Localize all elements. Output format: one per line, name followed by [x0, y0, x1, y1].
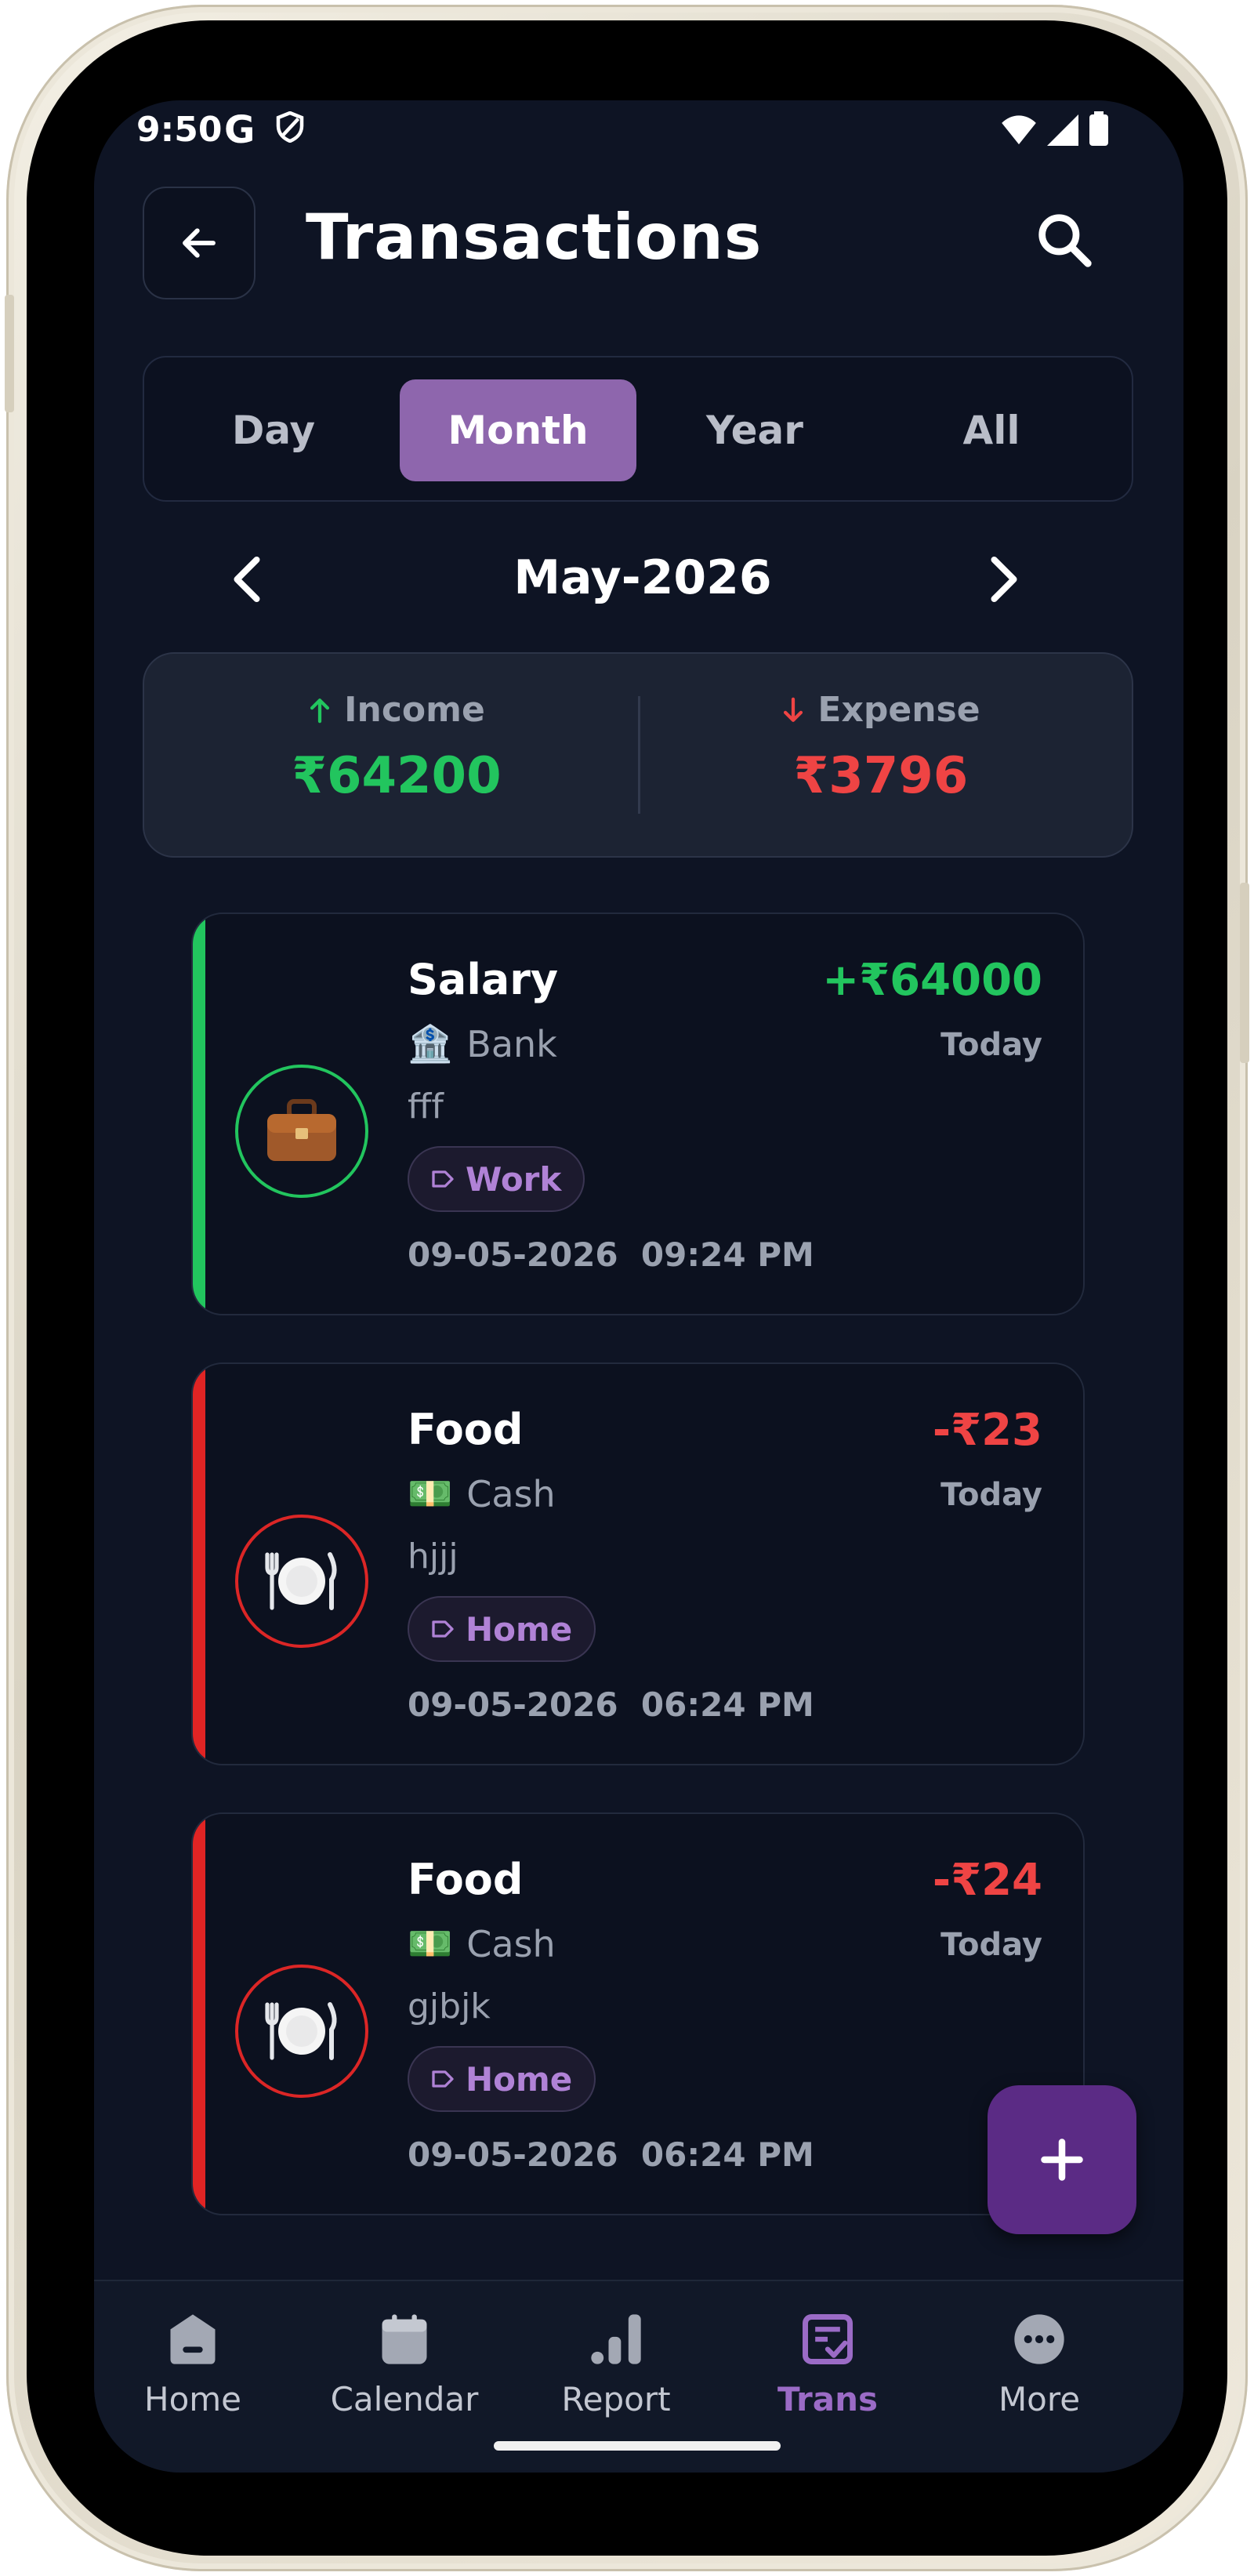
plate-icon	[235, 1965, 368, 2098]
transaction-tag[interactable]: Home	[408, 1596, 596, 1662]
calendar-icon	[373, 2308, 436, 2371]
tag-label: Home	[466, 1609, 573, 1649]
nav-label: Report	[561, 2380, 671, 2418]
tab-month[interactable]: Month	[400, 379, 636, 481]
expense-indicator-bar	[193, 1814, 205, 2214]
arrow-left-icon	[183, 228, 216, 258]
transaction-account: 💵 Cash	[408, 1922, 556, 1965]
transaction-note: hjjj	[408, 1537, 458, 1576]
transaction-account: 🏦 Bank	[408, 1022, 557, 1065]
tag-label: Home	[466, 2059, 573, 2099]
transaction-datetime: 09-05-2026 06:24 PM	[408, 1685, 814, 1724]
back-button[interactable]	[143, 187, 256, 299]
shield-icon	[276, 111, 304, 143]
transaction-note: fff	[408, 1087, 444, 1127]
transaction-datetime: 09-05-2026 06:24 PM	[408, 2135, 814, 2174]
app-screen: 9:50 G Transactions Day Month Year All M…	[94, 100, 1183, 2473]
income-value: ₹64200	[292, 747, 502, 805]
tag-icon	[432, 1170, 454, 1188]
signal-icon	[1047, 114, 1078, 146]
chevron-right-icon	[991, 557, 1017, 602]
nav-label: Home	[143, 2380, 242, 2418]
prev-month-button[interactable]	[219, 552, 274, 607]
plus-icon	[1041, 2139, 1083, 2181]
transactions-icon	[796, 2308, 859, 2371]
nav-label: More	[998, 2380, 1081, 2418]
arrow-up-icon	[310, 698, 330, 723]
bank-icon: 🏦	[408, 1022, 453, 1065]
nav-item-report[interactable]: Report	[514, 2308, 718, 2418]
more-icon	[1008, 2308, 1071, 2371]
chevron-left-icon	[234, 557, 260, 602]
nav-item-home[interactable]: Home	[94, 2308, 295, 2418]
expense-indicator-bar	[193, 1364, 205, 1764]
transaction-card[interactable]: Food -₹24 💵 Cash Today gjbjk Home 09-05-…	[191, 1812, 1085, 2215]
home-indicator[interactable]	[494, 2441, 781, 2451]
transaction-relative-date: Today	[940, 1027, 1042, 1063]
tag-label: Work	[466, 1159, 562, 1199]
account-label: Bank	[466, 1022, 557, 1065]
account-label: Cash	[466, 1922, 556, 1965]
side-button	[5, 295, 14, 412]
expense-value: ₹3796	[793, 747, 969, 805]
bar-chart-icon	[585, 2308, 647, 2371]
nav-item-calendar[interactable]: Calendar	[303, 2308, 506, 2418]
nav-item-trans[interactable]: Trans	[726, 2308, 930, 2418]
account-label: Cash	[466, 1472, 556, 1515]
tag-icon	[432, 2070, 454, 2088]
expense-label: Expense	[817, 690, 980, 730]
battery-icon	[1089, 111, 1108, 146]
wifi-icon	[1002, 115, 1036, 145]
transaction-card[interactable]: Salary +₹64000 🏦 Bank Today fff Work 09-…	[191, 912, 1085, 1315]
nav-label: Trans	[777, 2380, 878, 2418]
plate-icon	[235, 1515, 368, 1648]
expense-summary: Expense ₹3796	[646, 690, 1116, 805]
transaction-amount: -₹23	[932, 1405, 1042, 1456]
cash-icon: 💵	[408, 1922, 453, 1965]
period-tabs: Day Month Year All	[143, 356, 1133, 502]
transaction-category: Food	[408, 1855, 524, 1904]
income-label: Income	[344, 690, 485, 730]
current-period: May-2026	[513, 550, 772, 605]
transaction-relative-date: Today	[940, 1927, 1042, 1963]
status-icons	[1002, 111, 1108, 146]
transaction-relative-date: Today	[940, 1477, 1042, 1513]
nav-label: Calendar	[330, 2380, 479, 2418]
tab-year[interactable]: Year	[636, 379, 873, 481]
tab-all[interactable]: All	[873, 379, 1110, 481]
transaction-datetime: 09-05-2026 09:24 PM	[408, 1235, 814, 1274]
transaction-amount: -₹24	[932, 1855, 1042, 1906]
next-month-button[interactable]	[977, 552, 1031, 607]
home-icon	[161, 2308, 224, 2371]
transaction-account: 💵 Cash	[408, 1472, 556, 1515]
income-summary: Income ₹64200	[161, 690, 632, 805]
side-button	[1240, 883, 1249, 1063]
transaction-tag[interactable]: Work	[408, 1146, 585, 1212]
page-title: Transactions	[306, 201, 763, 274]
nav-item-more[interactable]: More	[937, 2308, 1141, 2418]
transaction-category: Salary	[408, 955, 559, 1004]
arrow-down-icon	[784, 697, 803, 722]
status-bar: 9:50 G	[94, 100, 1183, 163]
briefcase-icon	[235, 1065, 368, 1198]
tab-day[interactable]: Day	[155, 379, 392, 481]
status-time: 9:50	[136, 110, 223, 150]
search-icon[interactable]	[1033, 209, 1096, 271]
google-icon: G	[224, 108, 256, 152]
transaction-category: Food	[408, 1405, 524, 1454]
transaction-note: gjbjk	[408, 1986, 491, 2026]
transaction-tag[interactable]: Home	[408, 2046, 596, 2112]
summary-divider	[638, 696, 640, 814]
transaction-card[interactable]: Food -₹23 💵 Cash Today hjjj Home 09-05-2…	[191, 1362, 1085, 1765]
cash-icon: 💵	[408, 1472, 453, 1515]
transaction-amount: +₹64000	[822, 955, 1042, 1006]
tag-icon	[432, 1620, 454, 1638]
income-indicator-bar	[193, 914, 205, 1314]
add-transaction-button[interactable]	[988, 2085, 1136, 2234]
summary-card: Income ₹64200 Expense ₹3796	[143, 652, 1133, 858]
